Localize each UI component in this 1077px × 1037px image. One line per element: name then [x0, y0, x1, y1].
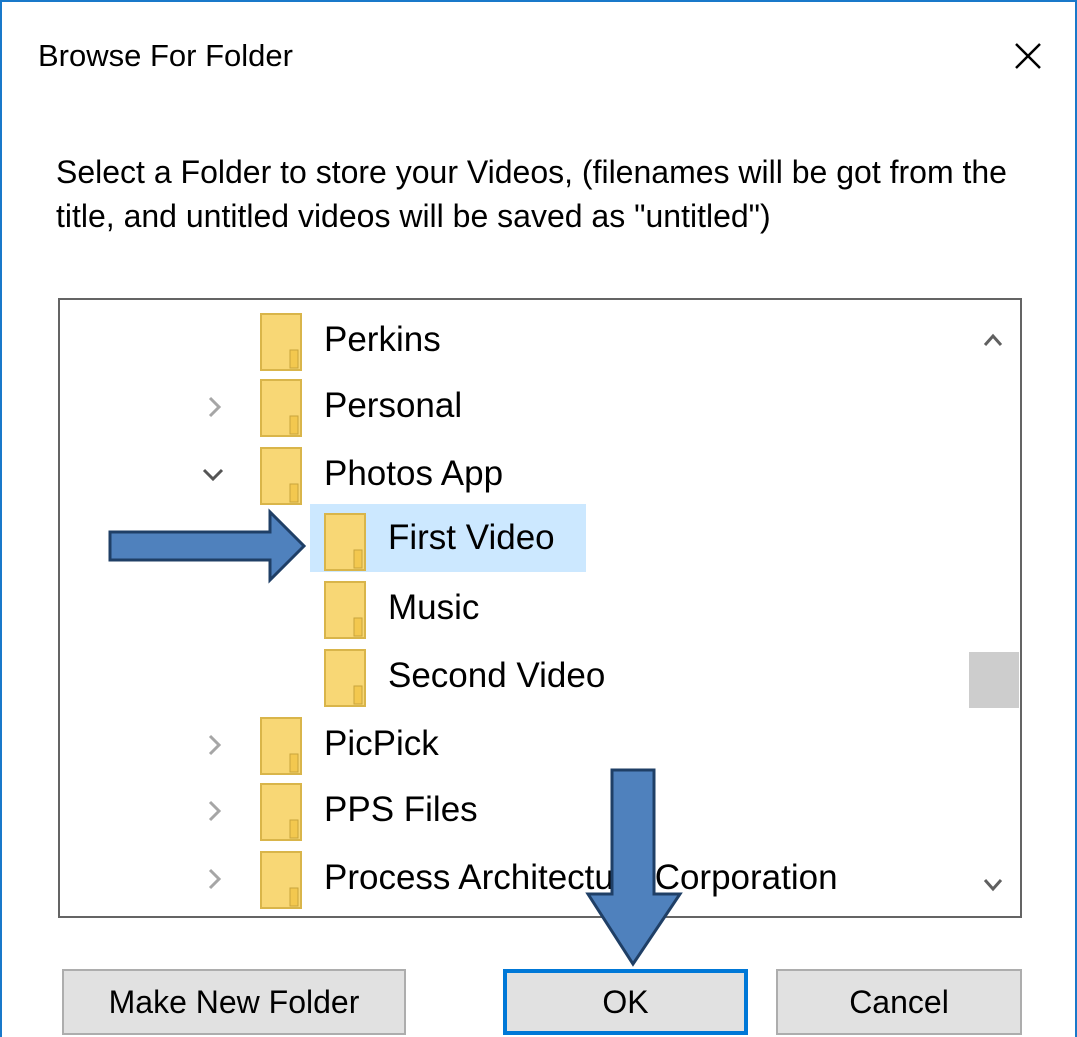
tree-item-label: Perkins	[324, 320, 441, 359]
tree-item-label: Photos App	[324, 454, 504, 493]
chevron-down-icon[interactable]	[200, 462, 226, 488]
folder-icon	[260, 851, 302, 909]
dialog-description: Select a Folder to store your Videos, (f…	[56, 154, 1007, 234]
scroll-up-icon[interactable]	[980, 330, 1006, 350]
close-icon[interactable]	[1004, 32, 1052, 80]
chevron-right-icon[interactable]	[202, 866, 228, 892]
scrollbar-thumb[interactable]	[969, 652, 1019, 708]
cancel-button[interactable]: Cancel	[776, 969, 1022, 1035]
tree-item-label: Second Video	[388, 656, 606, 695]
folder-icon	[324, 649, 366, 707]
tree-item-photos-app[interactable]: Photos App	[60, 446, 960, 505]
tree-item-label: Personal	[324, 386, 463, 425]
scroll-down-icon[interactable]	[980, 874, 1006, 894]
folder-icon	[260, 447, 302, 505]
folder-icon	[324, 513, 366, 571]
ok-button[interactable]: OK	[503, 969, 748, 1035]
chevron-right-icon[interactable]	[202, 394, 228, 420]
callout-arrow	[585, 768, 683, 967]
tree-item-label: Process Architecture Corporation	[324, 858, 838, 897]
tree-item-label: PicPick	[324, 724, 439, 763]
folder-icon	[324, 581, 366, 639]
tree-item-second-video[interactable]: Second Video	[60, 648, 960, 707]
chevron-right-icon[interactable]	[202, 732, 228, 758]
make-new-folder-button[interactable]: Make New Folder	[62, 969, 406, 1035]
tree-item-music[interactable]: Music	[60, 580, 960, 639]
tree-item-label: PPS Files	[324, 790, 478, 829]
folder-tree[interactable]: Perkins Personal Photos App First Video …	[58, 298, 1022, 918]
folder-icon	[260, 717, 302, 775]
tree-item-personal[interactable]: Personal	[60, 378, 960, 437]
chevron-right-icon[interactable]	[202, 798, 228, 824]
tree-item-perkins[interactable]: Perkins	[60, 312, 960, 371]
folder-icon	[260, 783, 302, 841]
tree-item-label: First Video	[388, 518, 555, 557]
tree-item-label: Music	[388, 588, 480, 627]
tree-item-process-architecture-corporation[interactable]: Process Architecture Corporation	[60, 850, 960, 909]
tree-item-pps-files[interactable]: PPS Files	[60, 782, 960, 841]
tree-item-picpick[interactable]: PicPick	[60, 716, 960, 775]
dialog-title: Browse For Folder	[38, 38, 293, 73]
tree-item-first-video[interactable]: First Video	[310, 504, 586, 572]
tree-scrollbar[interactable]	[968, 300, 1020, 916]
folder-icon	[260, 379, 302, 437]
browse-folder-dialog: Browse For Folder Select a Folder to sto…	[0, 0, 1077, 1037]
callout-arrow	[108, 508, 307, 584]
folder-icon	[260, 313, 302, 371]
